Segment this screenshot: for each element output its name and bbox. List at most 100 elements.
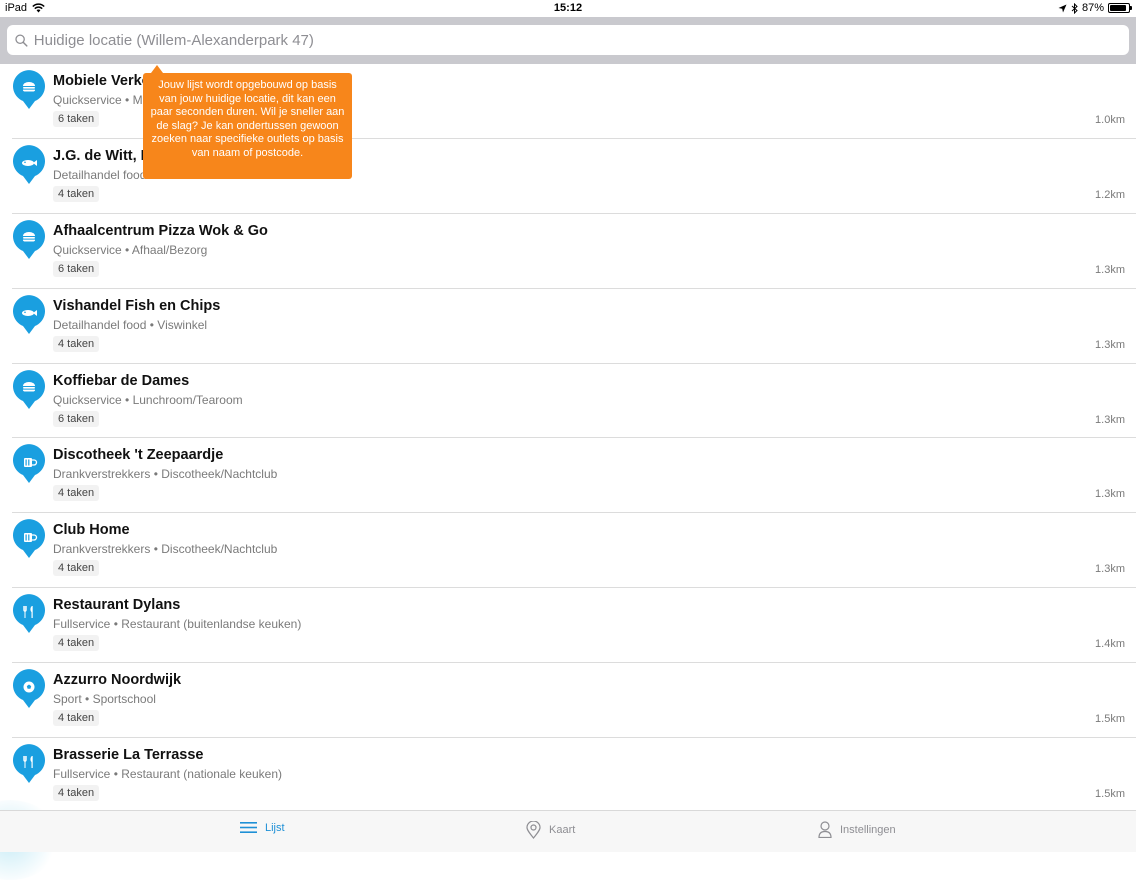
outlet-category: Drankverstrekkers • Discotheek/Nachtclub <box>53 467 277 481</box>
outlet-category: Sport • Sportschool <box>53 692 156 706</box>
outlet-category: Quickservice • M <box>53 93 143 107</box>
outlet-category-sub: Restaurant (buitenlandse keuken) <box>121 617 302 632</box>
outlet-name: Vishandel Fish en Chips <box>53 297 221 314</box>
location-hint-tooltip: Jouw lijst wordt opgebouwd op basis van … <box>143 65 352 179</box>
map-pin-icon <box>526 821 541 839</box>
outlet-pin-soccer-ball-icon <box>13 669 45 709</box>
outlet-category-main: Fullservice <box>53 767 111 782</box>
outlet-distance: 1.2km <box>1095 188 1125 201</box>
outlet-pin-fish-icon <box>13 145 45 184</box>
outlet-category: Quickservice • Lunchroom/Tearoom <box>53 393 243 407</box>
outlet-category: Quickservice • Afhaal/Bezorg <box>53 243 207 257</box>
search-field-container[interactable] <box>7 25 1129 55</box>
category-separator: • <box>150 542 162 557</box>
outlet-distance: 1.3km <box>1095 413 1125 426</box>
battery-level <box>1110 5 1126 11</box>
outlet-name: Mobiele Verko <box>53 73 151 89</box>
person-icon <box>818 821 832 838</box>
outlet-category-main: Sport <box>53 692 82 707</box>
search-input[interactable] <box>33 31 1129 49</box>
outlet-distance: 1.3km <box>1095 338 1125 351</box>
tasks-badge: 6 taken <box>53 260 100 277</box>
category-separator: • <box>110 767 122 782</box>
outlet-category-main: Drankverstrekkers <box>53 542 151 557</box>
outlet-name: Discotheek 't Zeepaardje <box>53 447 224 464</box>
category-separator: • <box>81 692 93 707</box>
list-item[interactable]: Restaurant Dylans Fullservice • Restauran… <box>12 588 1136 664</box>
outlet-distance: 1.5km <box>1095 713 1125 726</box>
status-time: 15:12 <box>553 2 583 14</box>
list-item[interactable]: Afhaalcentrum Pizza Wok & Go Quickservice… <box>12 214 1136 289</box>
outlet-distance: 1.3km <box>1095 263 1125 276</box>
location-arrow-icon <box>1058 4 1067 12</box>
search-bar <box>0 17 1136 64</box>
outlet-category-sub: Afhaal/Bezorg <box>131 242 208 257</box>
tasks-badge: 4 taken <box>53 560 100 577</box>
category-separator: • <box>121 392 133 407</box>
outlet-category-main: Detailhandel food <box>53 167 147 182</box>
outlet-category-main: Detailhandel food <box>53 317 147 332</box>
tasks-badge: 4 taken <box>53 185 100 202</box>
search-icon <box>15 33 28 47</box>
outlet-distance: 1.3km <box>1095 563 1125 576</box>
outlet-pin-cutlery-icon <box>13 594 45 634</box>
outlet-name: Afhaalcentrum Pizza Wok & Go <box>53 222 268 239</box>
outlet-category-sub: M <box>132 93 143 107</box>
tasks-badge: 6 taken <box>53 111 100 127</box>
outlet-distance: 1.4km <box>1095 638 1125 651</box>
list-icon <box>240 822 257 833</box>
tab-lijst[interactable]: Lijst <box>240 821 285 834</box>
list-item[interactable]: Vishandel Fish en Chips Detailhandel food… <box>12 289 1136 364</box>
outlet-category-main: Fullservice <box>53 617 111 632</box>
category-separator: • <box>121 242 132 257</box>
outlet-distance: 1.0km <box>1095 114 1125 126</box>
category-separator: • <box>110 617 122 632</box>
outlet-category-main: Drankverstrekkers <box>53 467 151 482</box>
outlet-category: Fullservice • Restaurant (buitenlandse k… <box>53 617 301 631</box>
tasks-badge: 6 taken <box>53 410 100 427</box>
list-item[interactable]: Azzurro Noordwijk Sport • Sportschool 4 ta… <box>12 663 1136 739</box>
list-item[interactable]: Koffiebar de Dames Quickservice • Lunchro… <box>12 364 1136 439</box>
outlet-name: Azzurro Noordwijk <box>53 672 182 689</box>
tasks-badge: 4 taken <box>53 785 100 802</box>
list-item[interactable]: Brasserie La Terrasse Fullservice • Resta… <box>12 738 1136 810</box>
battery-icon <box>1108 3 1132 13</box>
outlet-pin-beer-icon <box>13 444 45 484</box>
tab-kaart-label: Kaart <box>549 824 576 836</box>
list-item[interactable]: Club Home Drankverstrekkers • Discotheek/… <box>12 513 1136 589</box>
category-separator: • <box>146 317 158 332</box>
outlet-category-sub: Discotheek/Nachtclub <box>161 467 278 482</box>
outlet-pin-burger-icon <box>13 219 45 259</box>
outlet-category-sub: Viswinkel <box>157 317 208 332</box>
tab-bar: Lijst Kaart Instellingen <box>0 810 1136 852</box>
outlet-name: Club Home <box>53 522 130 539</box>
outlet-name: Brasserie La Terrasse <box>53 747 204 764</box>
outlet-category: Drankverstrekkers • Discotheek/Nachtclub <box>53 542 277 556</box>
outlet-pin-beer-icon <box>13 519 45 559</box>
outlet-pin-fish-icon <box>13 294 45 334</box>
tab-kaart[interactable]: Kaart <box>526 821 575 839</box>
outlet-pin-burger-icon <box>13 70 45 109</box>
tasks-badge: 4 taken <box>53 710 100 727</box>
status-bar: iPad 15:12 87% <box>0 0 1136 17</box>
outlet-category: Fullservice • Restaurant (nationale keuk… <box>53 767 282 781</box>
outlet-category: Detailhandel food • Viswinkel <box>53 318 207 332</box>
battery-percentage: 87% <box>1081 2 1104 14</box>
category-separator: • <box>150 467 162 482</box>
outlet-category-sub: Discotheek/Nachtclub <box>161 542 278 557</box>
category-separator: • <box>121 93 133 107</box>
outlet-distance: 1.3km <box>1095 488 1125 501</box>
outlet-category-sub: Sportschool <box>92 692 156 707</box>
outlet-category-main: Quickservice <box>53 392 122 407</box>
outlet-category: Detailhandel food <box>53 168 146 182</box>
outlet-name: J.G. de Witt, D <box>53 147 152 164</box>
outlet-distance: 1.5km <box>1095 788 1125 801</box>
tab-instellingen-label: Instellingen <box>840 823 896 836</box>
tasks-badge: 4 taken <box>53 485 100 502</box>
outlet-pin-cutlery-icon <box>13 744 45 784</box>
tasks-badge: 4 taken <box>53 335 100 352</box>
list-item[interactable]: Discotheek 't Zeepaardje Drankverstrekker… <box>12 438 1136 514</box>
outlet-name: Koffiebar de Dames <box>53 372 190 389</box>
tab-instellingen[interactable]: Instellingen <box>818 821 896 838</box>
outlet-category-main: Quickservice <box>53 242 122 257</box>
